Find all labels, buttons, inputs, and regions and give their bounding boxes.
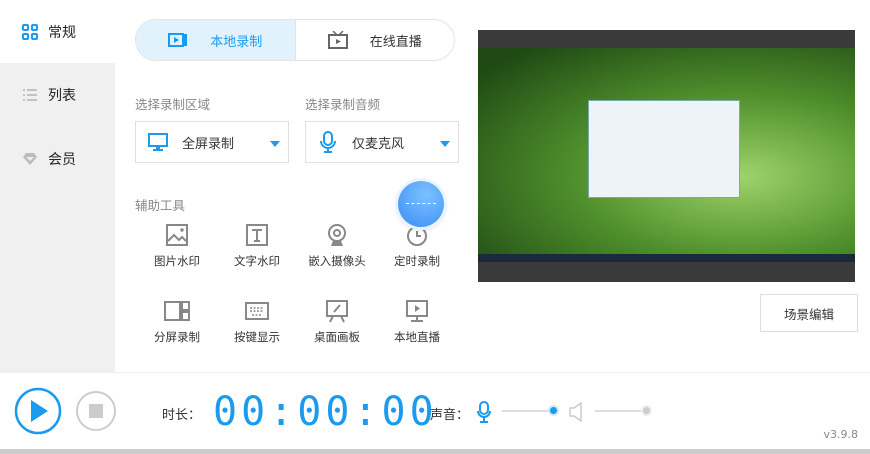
diamond-icon [23, 152, 37, 165]
area-select[interactable]: 全屏录制 [135, 121, 289, 163]
tab-live-stream[interactable]: 在线直播 [296, 20, 455, 60]
whiteboard-icon [326, 300, 348, 323]
tool-webcam[interactable]: 嵌入摄像头 [297, 223, 377, 269]
tool-label: 桌面画板 [314, 330, 360, 344]
tool-label: 分屏录制 [154, 330, 200, 344]
grid-icon [22, 23, 38, 40]
audio-select[interactable]: 仅麦克风 [305, 121, 459, 163]
speaker-volume-slider[interactable] [595, 405, 652, 416]
sound-label: 声音： [430, 408, 470, 423]
split-screen-icon [164, 301, 190, 321]
audio-label: 选择录制音频 [305, 97, 381, 112]
tool-label: 本地直播 [394, 330, 440, 344]
play-screen-icon [406, 300, 428, 322]
tool-label: 定时录制 [394, 254, 440, 268]
video-camera-icon [168, 33, 188, 47]
version-label: v3.9.8 [823, 428, 859, 441]
tool-label: 文字水印 [234, 254, 280, 268]
duration-timer: 00:00:00 [213, 389, 438, 435]
window-bottom-border [0, 449, 870, 454]
audio-value: 仅麦克风 [352, 136, 405, 152]
tool-local-live[interactable]: 本地直播 [377, 299, 457, 345]
microphone-icon [320, 131, 336, 153]
preview-image [478, 48, 855, 262]
duration-label: 时长： [162, 408, 202, 423]
microphone-icon[interactable] [476, 401, 492, 423]
tool-label: 嵌入摄像头 [308, 254, 366, 268]
sidebar-item-general[interactable]: 常规 [0, 0, 115, 63]
tab-local-record[interactable]: 本地录制 [136, 20, 296, 60]
sidebar-item-list[interactable]: 列表 [0, 63, 115, 126]
screen-preview [478, 30, 855, 282]
tool-text-watermark[interactable]: 文字水印 [217, 223, 297, 269]
record-play-button[interactable] [13, 387, 63, 435]
sidebar-item-label: 常规 [48, 24, 76, 41]
tool-split-screen[interactable]: 分屏录制 [137, 299, 217, 345]
scene-edit-button[interactable]: 场景编辑 [760, 294, 858, 332]
stop-button[interactable] [75, 390, 117, 432]
tool-key-display[interactable]: 按键显示 [217, 299, 297, 345]
chevron-down-icon [270, 141, 280, 147]
mode-tabs: 本地录制 在线直播 [135, 19, 455, 61]
tool-image-watermark[interactable]: 图片水印 [137, 223, 217, 269]
monitor-icon [148, 133, 168, 151]
slider-handle[interactable] [641, 405, 652, 416]
webcam-icon [328, 224, 346, 246]
keyboard-icon [245, 302, 269, 320]
tab-label: 本地录制 [210, 34, 263, 50]
area-label: 选择录制区域 [135, 97, 211, 112]
sidebar-item-label: 会员 [48, 151, 76, 168]
tool-timer-record[interactable]: 定时录制 [377, 223, 457, 269]
floating-ball[interactable] [398, 181, 444, 227]
list-icon [23, 88, 37, 101]
slider-handle[interactable] [548, 405, 559, 416]
chevron-down-icon [440, 141, 450, 147]
area-value: 全屏录制 [182, 136, 235, 152]
text-icon [246, 224, 268, 246]
tv-icon [327, 31, 348, 49]
mic-volume-slider[interactable] [502, 405, 559, 416]
sidebar: 常规 列表 会员 [0, 0, 115, 372]
tool-label: 图片水印 [154, 254, 200, 268]
sidebar-item-label: 列表 [48, 87, 76, 104]
speaker-icon[interactable] [568, 402, 584, 422]
sidebar-item-vip[interactable]: 会员 [0, 127, 115, 190]
tool-whiteboard[interactable]: 桌面画板 [297, 299, 377, 345]
tab-label: 在线直播 [369, 34, 422, 50]
tool-label: 按键显示 [234, 330, 280, 344]
image-icon [166, 224, 188, 246]
tools-title: 辅助工具 [135, 198, 186, 213]
